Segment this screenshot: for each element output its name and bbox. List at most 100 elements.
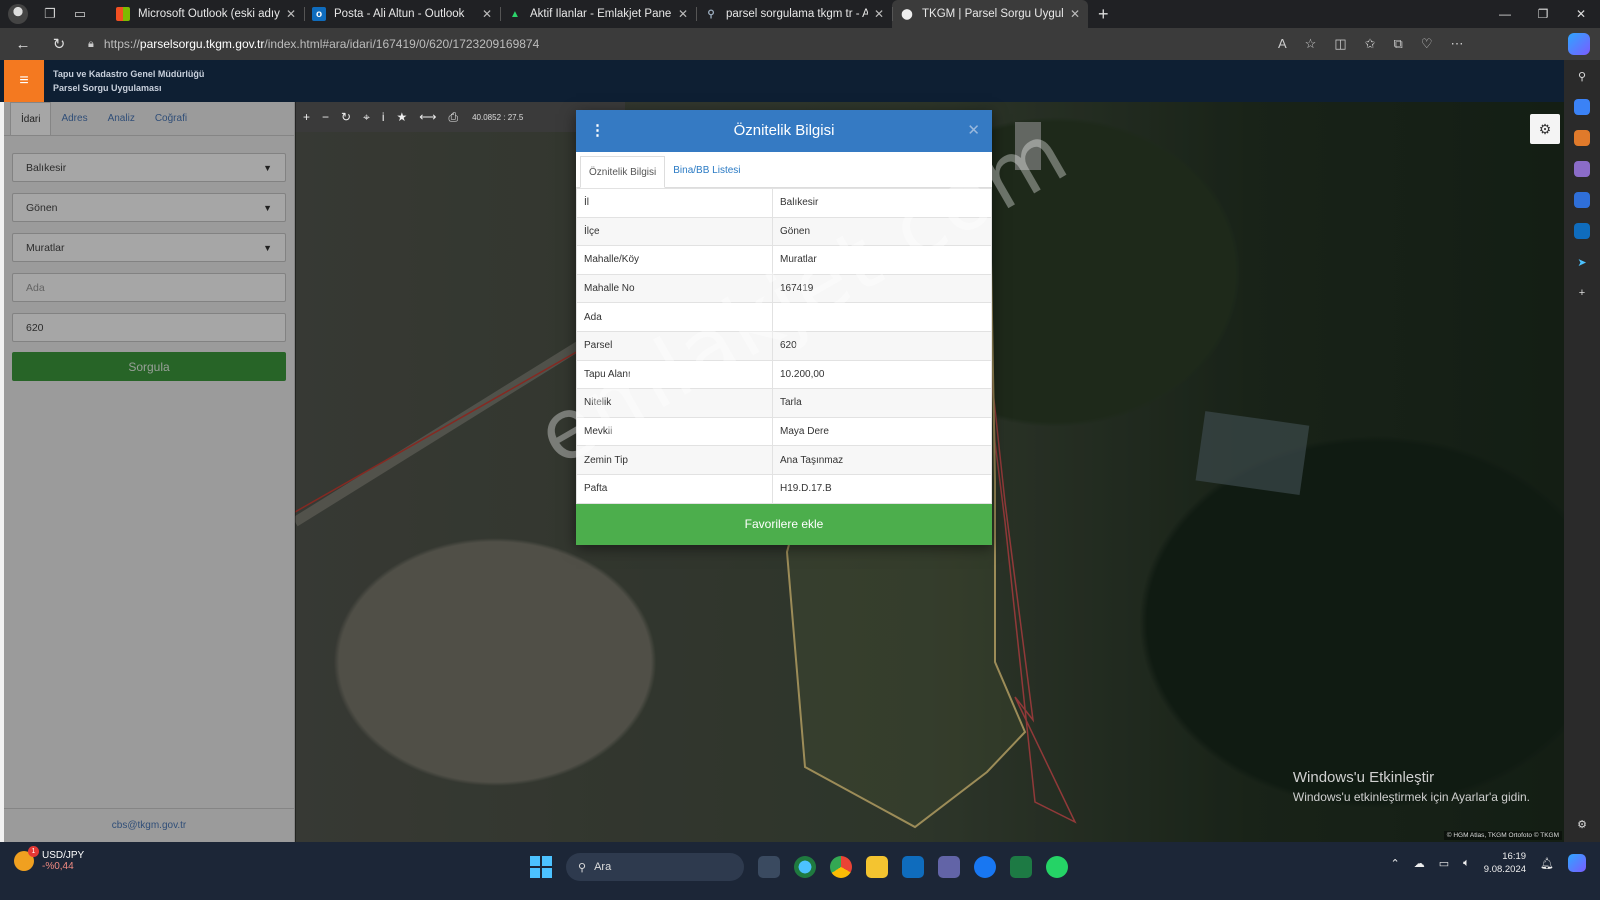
zoom-out-icon[interactable]: −: [322, 110, 329, 124]
network-icon[interactable]: ▭: [1439, 857, 1449, 870]
edge-icon[interactable]: [794, 856, 816, 878]
taskbar-search[interactable]: ⚲ Ara: [566, 853, 744, 881]
row-value: 10.200,00: [772, 359, 992, 390]
tab-analiz[interactable]: Analiz: [98, 102, 145, 135]
sidebar-outlook-icon[interactable]: [1574, 223, 1590, 239]
chrome-icon[interactable]: [830, 856, 852, 878]
app-title: Tapu ve Kadastro Genel Müdürlüğü Parsel …: [53, 67, 204, 95]
zoom-in-icon[interactable]: +: [303, 110, 310, 124]
windows-start-icon[interactable]: [530, 856, 552, 878]
stock-widget-icon: 1: [14, 846, 39, 871]
stock-widget[interactable]: 1 USD/JPY -%0,44: [14, 846, 84, 872]
notification-bell-icon[interactable]: 🔔︎: [1540, 857, 1554, 870]
sidebar-games-icon[interactable]: [1574, 161, 1590, 177]
profile-avatar[interactable]: [8, 4, 28, 24]
sidebar-tag-icon[interactable]: [1574, 99, 1590, 115]
file-explorer-icon[interactable]: [866, 856, 888, 878]
menu-icon[interactable]: ≡: [4, 60, 44, 102]
parsel-input[interactable]: 620: [12, 313, 286, 342]
row-value: Maya Dere: [772, 416, 992, 447]
sorgula-button[interactable]: Sorgula: [12, 352, 286, 381]
search-icon: ⚲: [707, 8, 715, 20]
sidebar-add-icon[interactable]: +: [1574, 285, 1590, 301]
copilot-icon[interactable]: [1568, 33, 1590, 55]
il-select[interactable]: Balıkesir ▼: [12, 153, 286, 182]
ada-input[interactable]: Ada: [12, 273, 286, 302]
excel-icon[interactable]: [1010, 856, 1032, 878]
close-tab-icon[interactable]: ✕: [678, 7, 688, 21]
measure-icon[interactable]: ⟷: [419, 110, 436, 124]
windows-taskbar: 1 USD/JPY -%0,44 ⚲ Ara ⌃ ☁ ▭ 🔈︎ 16:19 9.…: [0, 842, 1600, 900]
chevron-up-icon[interactable]: ⌃: [1391, 857, 1400, 870]
app-title-line1: Tapu ve Kadastro Genel Müdürlüğü: [53, 69, 205, 79]
collections-icon[interactable]: ⧉: [1394, 36, 1403, 52]
restore-icon[interactable]: ❐: [1524, 0, 1562, 28]
task-view-icon[interactable]: [758, 856, 780, 878]
weather-icon[interactable]: ☁: [1414, 857, 1425, 870]
microsoft-icon: [116, 7, 130, 21]
bookmark-star-icon[interactable]: ★: [397, 110, 408, 124]
chevron-down-icon: ▼: [263, 162, 272, 173]
mahalle-select-value: Muratlar: [26, 241, 65, 254]
minimize-icon[interactable]: —: [1486, 0, 1524, 28]
url-field[interactable]: 🔒︎ https://parselsorgu.tkgm.gov.tr/index…: [88, 32, 1258, 56]
lock-icon: 🔒︎: [88, 37, 94, 50]
locate-icon[interactable]: ⌖: [363, 110, 370, 125]
tab-adres[interactable]: Adres: [51, 102, 97, 135]
copilot-taskbar-icon[interactable]: [1568, 854, 1586, 872]
tab-cografi[interactable]: Coğrafi: [145, 102, 197, 135]
mahalle-select[interactable]: Muratlar ▼: [12, 233, 286, 262]
browser-tab-active[interactable]: ⬤ TKGM | Parsel Sorgu Uygulaması ✕: [892, 0, 1088, 28]
row-label: İl: [576, 188, 773, 218]
contact-email-link[interactable]: cbs@tkgm.gov.tr: [4, 808, 294, 842]
back-icon[interactable]: ←: [10, 36, 36, 53]
split-screen-icon[interactable]: ◫: [1334, 36, 1346, 52]
favorite-star-icon[interactable]: ☆: [1305, 36, 1317, 52]
row-label: Mahalle/Köy: [576, 245, 773, 275]
map-settings-gear-icon[interactable]: ⚙: [1530, 114, 1560, 144]
tab-idari[interactable]: İdari: [10, 102, 52, 135]
modal-tabs: Öznitelik Bilgisi Bina/BB Listesi: [576, 152, 992, 188]
sidebar-search-icon[interactable]: ⚲: [1574, 68, 1590, 84]
teams-icon[interactable]: [938, 856, 960, 878]
browser-tab[interactable]: Microsoft Outlook (eski adıyla Ho ✕: [108, 0, 304, 28]
row-label: Mevkii: [576, 416, 773, 447]
clock[interactable]: 16:19 9.08.2024: [1484, 850, 1526, 876]
whatsapp-icon[interactable]: [1046, 856, 1068, 878]
browser-essentials-icon[interactable]: ♡: [1421, 36, 1433, 52]
add-favorites-button[interactable]: Favorilere ekle: [576, 503, 992, 545]
refresh-icon[interactable]: ↻: [46, 35, 72, 53]
workspaces-icon[interactable]: ❐: [42, 6, 58, 22]
app-title-line2: Parsel Sorgu Uygulaması: [53, 83, 162, 93]
info-icon[interactable]: i: [382, 110, 385, 124]
print-icon[interactable]: ⎙: [449, 110, 459, 125]
more-options-icon[interactable]: ⋯: [1450, 36, 1463, 52]
table-row: Tapu Alanı 10.200,00: [576, 359, 992, 390]
volume-icon[interactable]: 🔈︎: [1463, 857, 1470, 870]
browser-tab[interactable]: o Posta - Ali Altun - Outlook ✕: [304, 0, 500, 28]
read-aloud-icon[interactable]: A: [1278, 36, 1287, 52]
close-tab-icon[interactable]: ✕: [482, 7, 492, 21]
sidebar-settings-icon[interactable]: ⚙: [1574, 816, 1590, 832]
close-tab-icon[interactable]: ✕: [874, 7, 884, 21]
refresh-map-icon[interactable]: ↻: [341, 110, 351, 124]
browser-tab[interactable]: ▲ Aktif İlanlar - Emlakjet Panel ✕: [500, 0, 696, 28]
tab-building-list[interactable]: Bina/BB Listesi: [665, 155, 748, 187]
map-attribution: © HGM Atlas, TKGM Ortofoto © TKGM: [1443, 831, 1562, 840]
new-tab-icon[interactable]: +: [1098, 4, 1109, 25]
sidebar-send-icon[interactable]: ➤: [1574, 254, 1590, 270]
close-icon[interactable]: ✕: [967, 110, 980, 152]
facebook-icon[interactable]: [974, 856, 996, 878]
outlook-icon[interactable]: [902, 856, 924, 878]
tab-actions-icon[interactable]: ▭: [72, 6, 88, 22]
favorites-icon[interactable]: ✩: [1365, 36, 1376, 52]
close-tab-icon[interactable]: ✕: [1070, 7, 1080, 21]
sidebar-m365-icon[interactable]: [1574, 192, 1590, 208]
sidebar-tools-icon[interactable]: [1574, 130, 1590, 146]
close-tab-icon[interactable]: ✕: [286, 7, 296, 21]
browser-tab[interactable]: ⚲ parsel sorgulama tkgm tr - Aram ✕: [696, 0, 892, 28]
table-row: İl Balıkesir: [576, 188, 992, 218]
ilce-select[interactable]: Gönen ▼: [12, 193, 286, 222]
tab-attribute-info[interactable]: Öznitelik Bilgisi: [580, 156, 666, 188]
close-window-icon[interactable]: ✕: [1562, 0, 1600, 28]
